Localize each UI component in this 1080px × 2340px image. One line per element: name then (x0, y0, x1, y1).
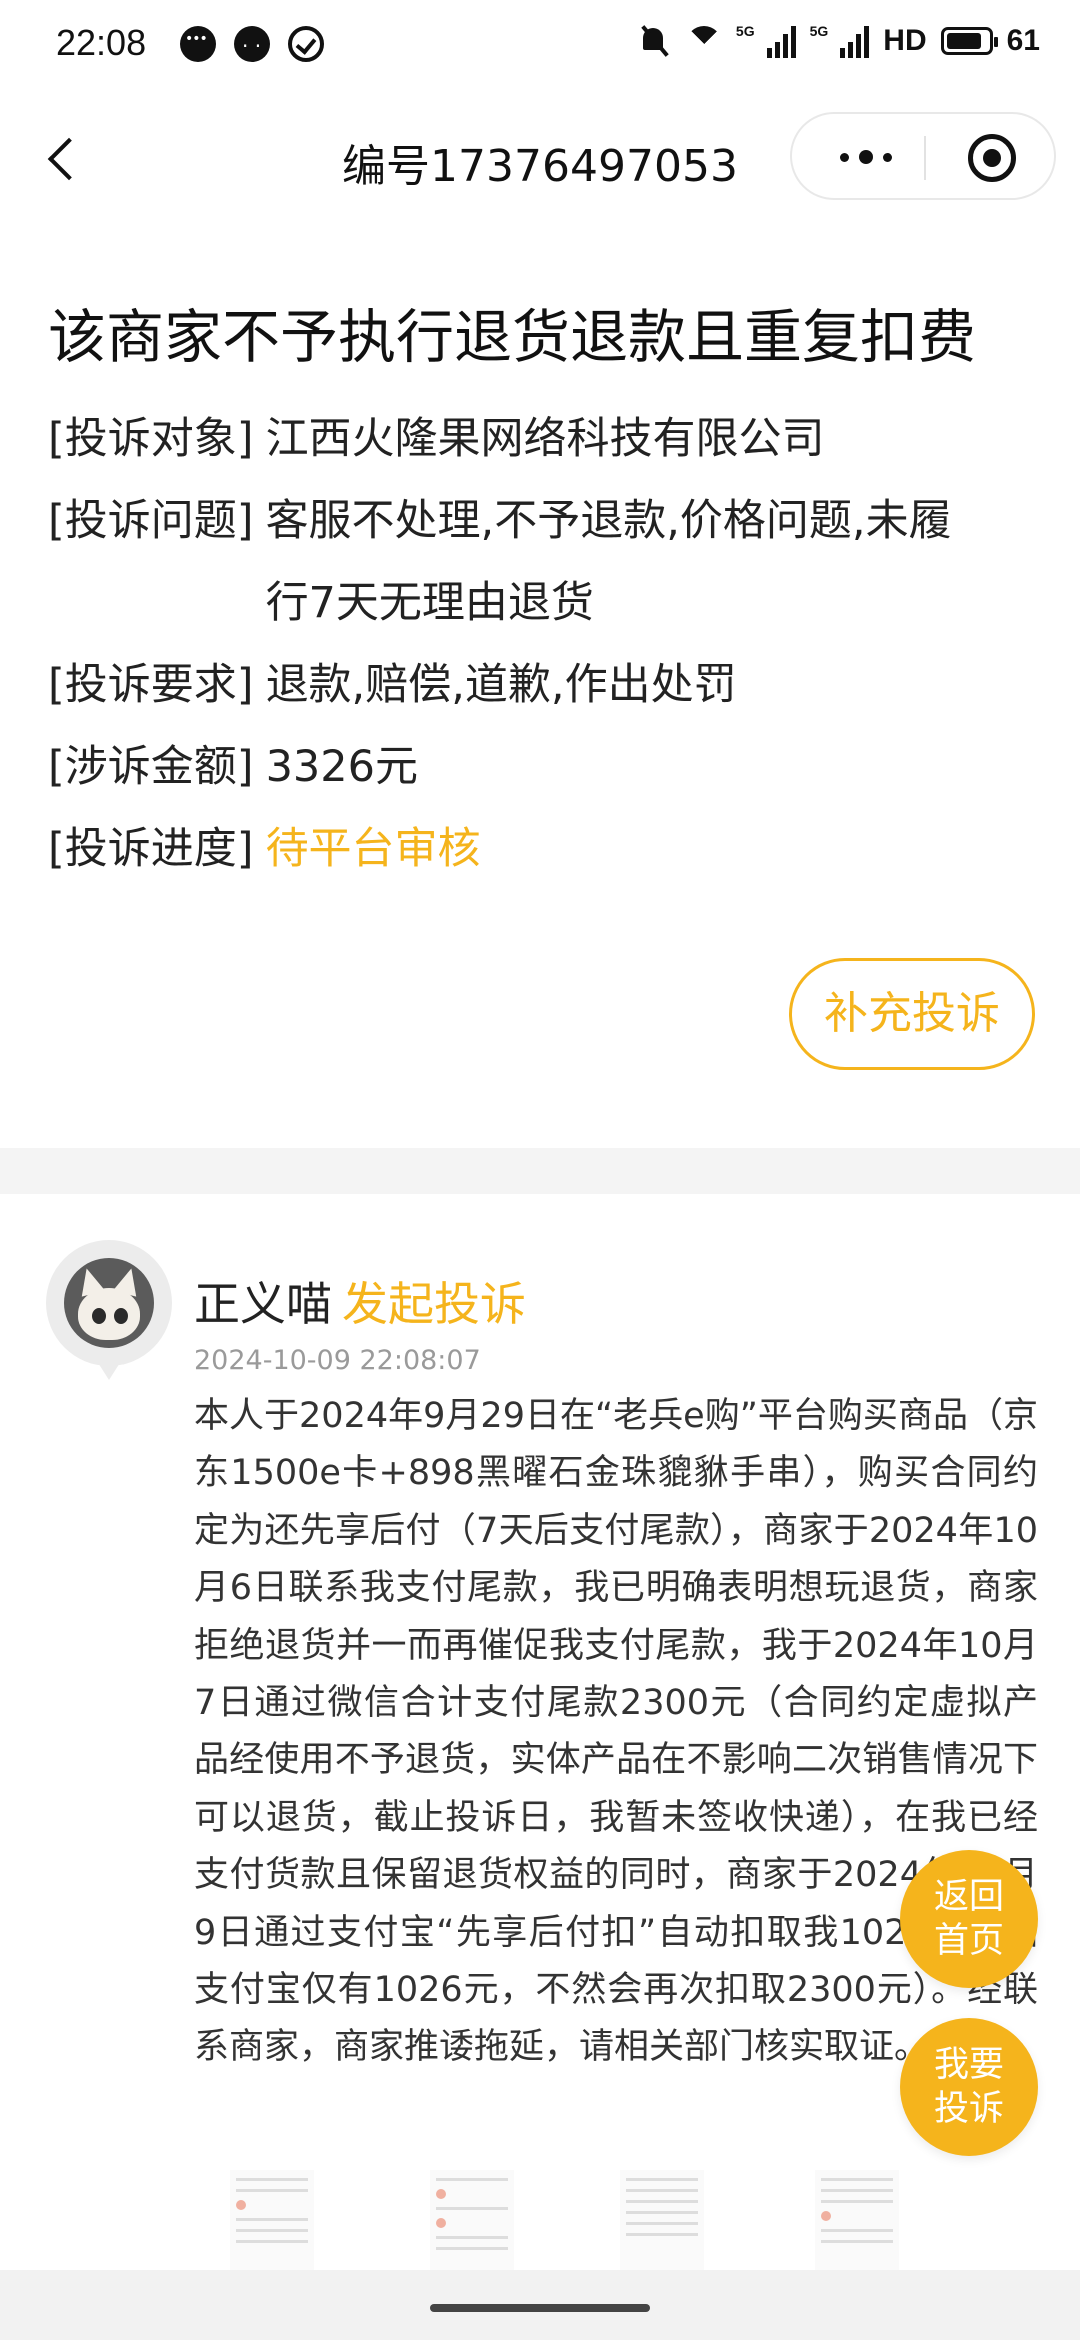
capsule-divider (924, 136, 926, 180)
info-label: [投诉进度] (48, 824, 254, 874)
complaint-amount: 3326元 (265, 742, 418, 792)
more-icon[interactable] (826, 134, 906, 180)
info-label: [投诉要求] (48, 660, 254, 710)
miniprogram-capsule (790, 112, 1056, 200)
status-bar: 22:08 5G 5G HD 61 (0, 0, 1080, 92)
back-home-button[interactable]: 返回首页 (900, 1850, 1038, 1988)
close-miniprogram-icon[interactable] (968, 134, 1016, 182)
info-row-target: [投诉对象] 江西火隆果网络科技有限公司 (48, 398, 1048, 480)
info-row-amount: [涉诉金额] 3326元 (48, 726, 1048, 808)
attachment-thumbnail[interactable] (815, 2170, 899, 2270)
network-type-1: 5G (735, 23, 755, 39)
battery-level: 61 (1006, 24, 1040, 57)
network-type-2: 5G (809, 23, 829, 39)
supplement-complaint-button[interactable]: 补充投诉 (789, 958, 1035, 1070)
battery-icon (940, 27, 998, 55)
back-home-label: 返回首页 (933, 1877, 1004, 1961)
home-indicator[interactable] (430, 2304, 650, 2312)
attachment-thumbnail[interactable] (620, 2170, 704, 2270)
post-body: 本人于2024年9月29日在“老兵e购”平台购买商品（京东1500e卡+898黑… (194, 1396, 1038, 2068)
info-row-issue: [投诉问题] 客服不处理,不予退款,价格问题,未履行7天无理由退货 (48, 480, 1048, 644)
post-timestamp: 2024-10-09 22:08:07 (194, 1345, 481, 1376)
page-title: 编号17376497053 (342, 141, 738, 192)
info-label: [涉诉金额] (48, 742, 254, 792)
avatar[interactable] (46, 1240, 172, 1380)
check-circle-icon (288, 26, 324, 62)
nav-bar: 编号17376497053 (0, 112, 1080, 202)
complain-now-label: 我要投诉 (933, 2045, 1004, 2129)
wifi-icon (685, 26, 722, 56)
complaint-demand: 退款,赔偿,道歉,作出处罚 (265, 660, 737, 710)
complain-now-button[interactable]: 我要投诉 (900, 2018, 1038, 2156)
poster-name: 正义喵 (194, 1277, 332, 1331)
complaint-issue: 客服不处理,不予退款,价格问题,未履行7天无理由退货 (265, 496, 952, 628)
poster-line: 正义喵 发起投诉 (194, 1268, 526, 1334)
back-button[interactable] (40, 132, 90, 182)
status-time: 22:08 (56, 22, 147, 63)
notification-icons (180, 26, 324, 62)
attachment-thumbnails (230, 2170, 990, 2270)
info-label: [投诉问题] (48, 496, 254, 546)
complaint-title: 该商家不予执行退货退款且重复扣费 (48, 303, 977, 371)
system-icons: 5G 5G HD 61 (638, 23, 1040, 58)
app-notification-icon (234, 26, 270, 62)
mute-icon (638, 24, 672, 58)
info-row-progress: [投诉进度] 待平台审核 (48, 808, 1048, 890)
info-label: [投诉对象] (48, 414, 254, 464)
chat-notification-icon (180, 26, 216, 62)
section-divider (0, 1148, 1080, 1194)
signal-icon (766, 24, 796, 58)
complaint-info-list: [投诉对象] 江西火隆果网络科技有限公司 [投诉问题] 客服不处理,不予退款,价… (48, 398, 1048, 890)
attachment-thumbnail[interactable] (430, 2170, 514, 2270)
complaint-status: 待平台审核 (265, 824, 481, 874)
attachment-thumbnail[interactable] (230, 2170, 314, 2270)
complaint-target: 江西火隆果网络科技有限公司 (265, 414, 825, 464)
hd-label: HD (883, 24, 927, 57)
gesture-area (0, 2270, 1080, 2340)
info-row-demand: [投诉要求] 退款,赔偿,道歉,作出处罚 (48, 644, 1048, 726)
cat-avatar-icon (64, 1258, 154, 1348)
signal-icon-2 (840, 24, 870, 58)
poster-action: 发起投诉 (342, 1277, 526, 1331)
